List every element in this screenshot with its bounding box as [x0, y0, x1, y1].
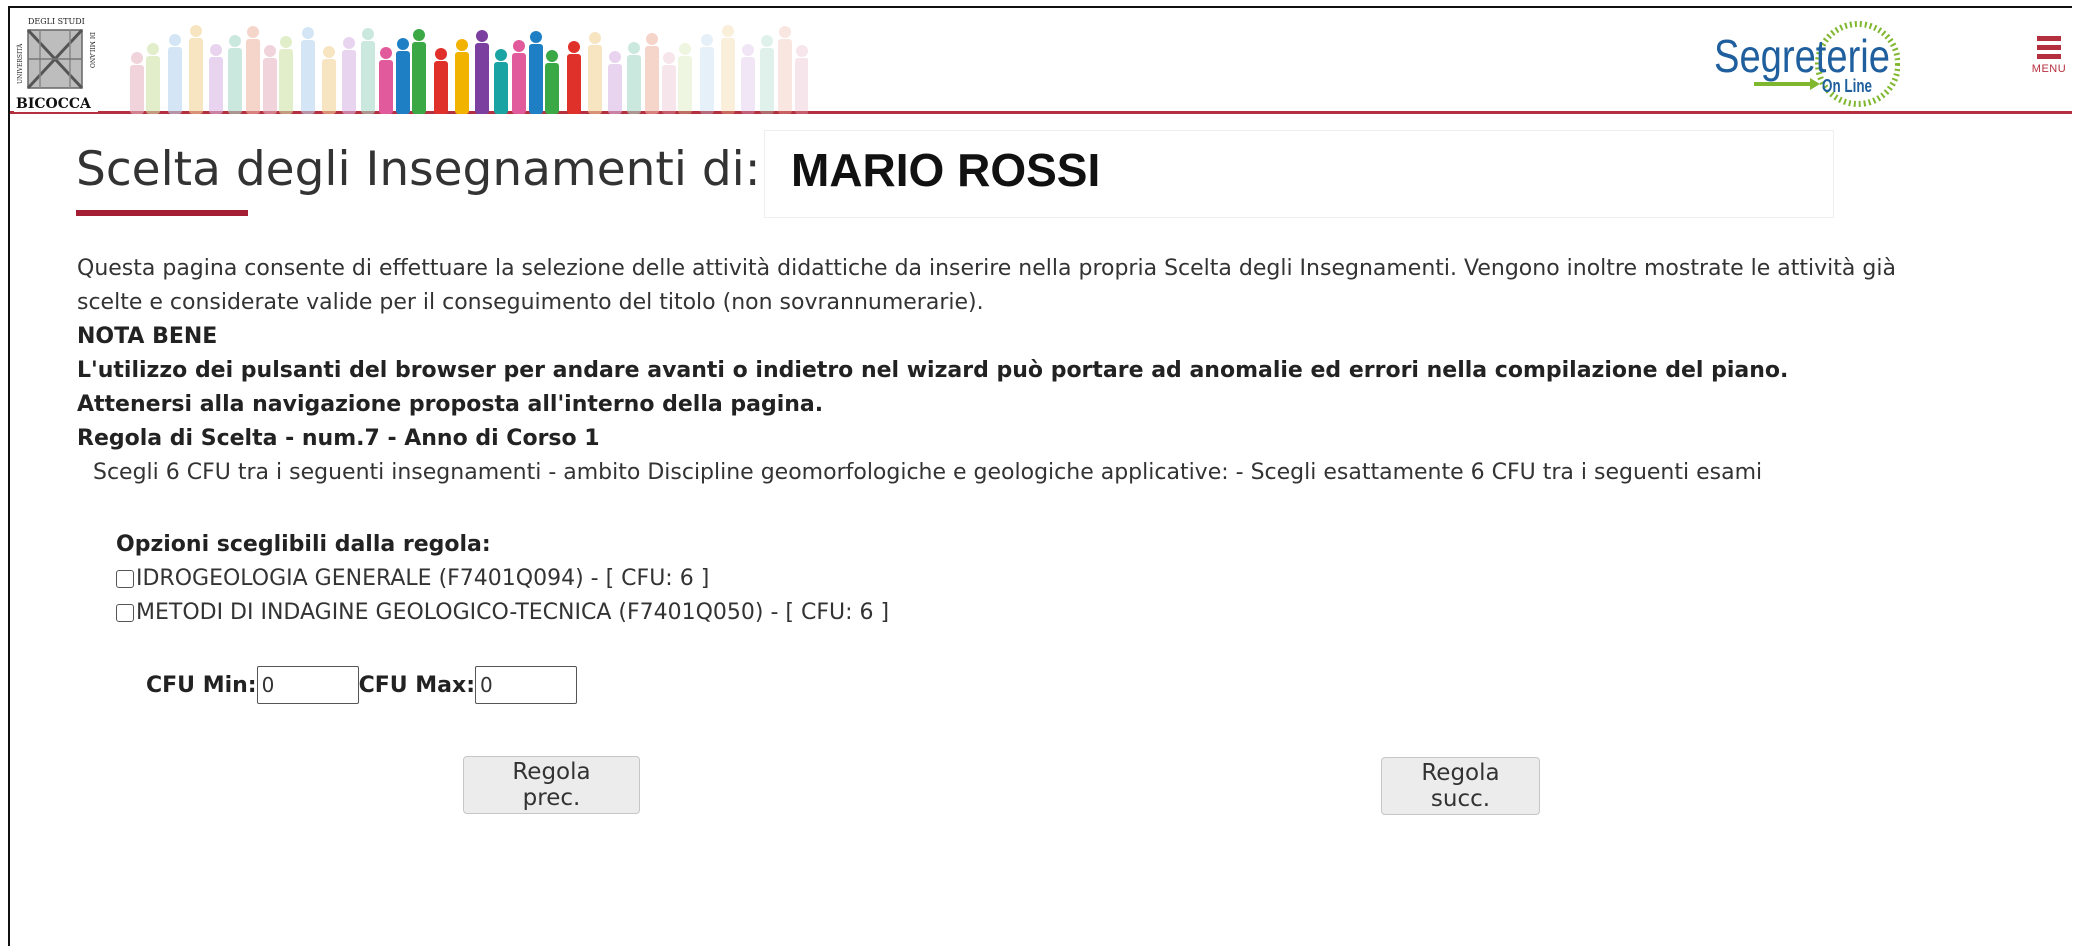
cfu-min-label: CFU Min:	[146, 672, 257, 698]
nota-bene-label: NOTA BENE	[77, 324, 218, 349]
next-rule-button[interactable]: Regola succ.	[1381, 757, 1540, 815]
options-title: Opzioni sceglibili dalla regola:	[116, 532, 491, 557]
hamburger-icon-bar	[2037, 45, 2061, 50]
segreterie-logo-line2: On Line	[1822, 76, 1872, 96]
cfu-max-input[interactable]	[475, 666, 578, 704]
previous-rule-button[interactable]: Regola prec.	[463, 756, 640, 814]
site-header: DEGLI STUDI UNIVERSITÀ DI MILANO BICOCCA…	[10, 8, 2072, 114]
university-logo[interactable]: DEGLI STUDI UNIVERSITÀ DI MILANO BICOCCA	[14, 14, 98, 112]
page-description: Questa pagina consente di effettuare la …	[77, 256, 1896, 315]
student-name-box: MARIO ROSSI	[764, 130, 1834, 218]
hamburger-icon	[2037, 36, 2061, 41]
menu-button[interactable]: MENU	[2026, 36, 2072, 106]
cfu-range: CFU Min: CFU Max:	[146, 666, 578, 704]
logo-text-right: DI MILANO	[88, 32, 95, 68]
segreterie-logo-line1: Segreterie	[1714, 30, 1890, 82]
logo-text-top: DEGLI STUDI	[28, 17, 85, 26]
logo-emblem-icon	[26, 28, 84, 90]
segreterie-online-logo[interactable]: Segreterie On Line	[1710, 14, 1900, 114]
student-name: MARIO ROSSI	[791, 144, 1101, 196]
page-title: Scelta degli Insegnamenti di:	[76, 142, 761, 197]
cfu-min-input[interactable]	[256, 666, 359, 704]
page-content: Questa pagina consente di effettuare la …	[77, 252, 1977, 490]
logo-text-bottom: BICOCCA	[16, 96, 92, 112]
header-crowd-image	[130, 25, 808, 114]
nota-bene-text: L'utilizzo dei pulsanti del browser per …	[77, 358, 1789, 417]
options-section: Opzioni sceglibili dalla regola: IDROGEO…	[116, 528, 889, 630]
cfu-max-label: CFU Max:	[358, 672, 476, 698]
logo-text-left: UNIVERSITÀ	[17, 43, 24, 84]
menu-label: MENU	[2031, 63, 2067, 75]
hamburger-icon-bar	[2037, 54, 2061, 59]
option-label[interactable]: METODI DI INDAGINE GEOLOGICO-TECNICA (F7…	[136, 596, 889, 630]
option-checkbox[interactable]	[116, 570, 134, 588]
option-item[interactable]: IDROGEOLOGIA GENERALE (F7401Q094) - [ CF…	[116, 562, 889, 596]
rule-description: Scegli 6 CFU tra i seguenti insegnamenti…	[93, 460, 1763, 485]
title-underline	[76, 210, 248, 216]
option-checkbox[interactable]	[116, 604, 134, 622]
option-item[interactable]: METODI DI INDAGINE GEOLOGICO-TECNICA (F7…	[116, 596, 889, 630]
option-label[interactable]: IDROGEOLOGIA GENERALE (F7401Q094) - [ CF…	[136, 562, 709, 596]
rule-title: Regola di Scelta - num.7 - Anno di Corso…	[77, 426, 600, 451]
